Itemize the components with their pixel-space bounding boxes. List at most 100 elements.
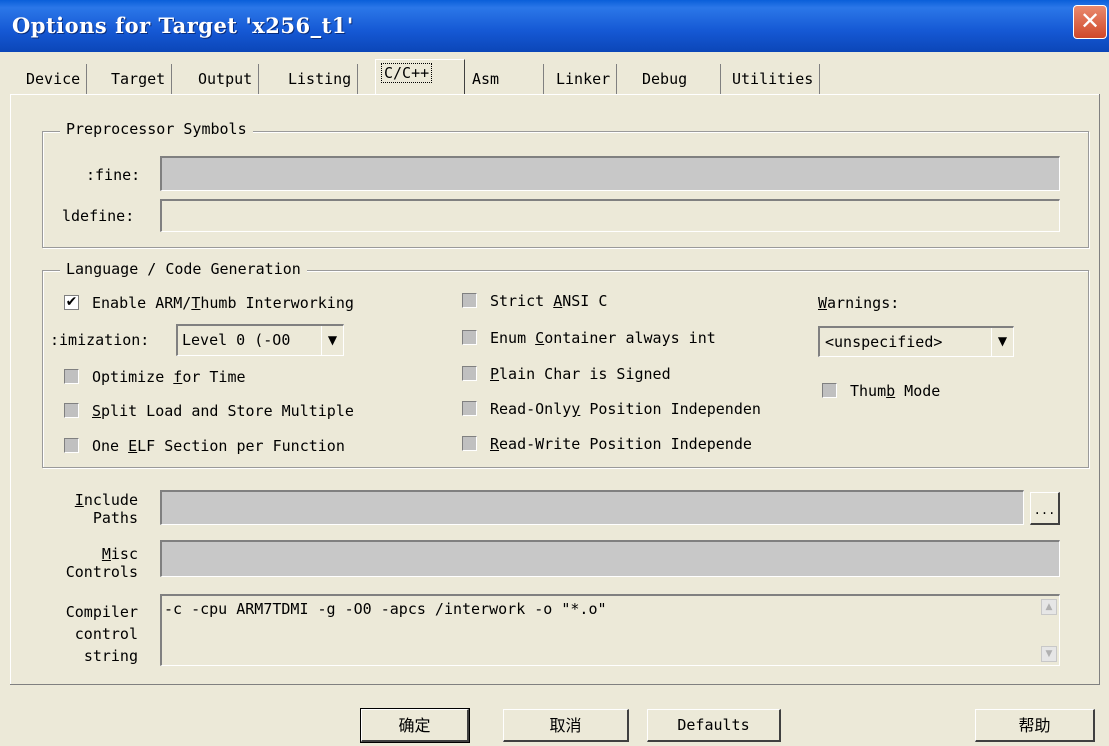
label-part: Read-Only	[490, 400, 572, 418]
rw-position-checkbox[interactable]	[462, 436, 477, 451]
tab-debug[interactable]: Debug	[636, 64, 721, 94]
label-part: Enable ARM/	[92, 294, 192, 312]
label-line: Include	[40, 491, 138, 509]
enable-interworking-checkbox[interactable]: ✔	[64, 295, 79, 310]
tab-utilities[interactable]: Utilities	[726, 64, 821, 94]
enum-container-label: Enum Container always int	[490, 329, 716, 347]
tab-panel-border	[10, 94, 11, 684]
label-part: or Time	[182, 368, 246, 386]
optimization-label: :imization:	[50, 331, 150, 349]
tab-panel-border	[10, 684, 1100, 685]
tab-asm[interactable]: Asm	[466, 64, 544, 94]
ro-position-label: Read-Onlyy Position Independen	[490, 400, 761, 418]
one-elf-label: One ELF Section per Function	[92, 437, 345, 455]
label-part: M	[101, 545, 111, 563]
codegen-group-title: Language / Code Generation	[60, 260, 307, 278]
one-elf-checkbox[interactable]	[64, 438, 79, 453]
tab-label: Listing	[288, 70, 352, 88]
enum-container-checkbox[interactable]	[462, 330, 477, 345]
optimize-time-label: Optimize for Time	[92, 368, 246, 386]
misc-controls-field[interactable]	[160, 540, 1060, 577]
label-part: Strict	[490, 292, 554, 310]
strict-ansi-label: Strict ANSI C	[490, 292, 607, 310]
include-paths-field[interactable]	[160, 490, 1024, 525]
label-part: P	[490, 365, 500, 383]
chevron-down-icon[interactable]: ▼	[321, 326, 343, 355]
optimization-value: Level 0 (-O0	[182, 331, 291, 349]
tab-label: Device	[26, 70, 81, 88]
label-part: Mode	[895, 382, 941, 400]
label-part: I	[74, 491, 84, 509]
tab-cpp[interactable]: C/C++	[375, 59, 465, 95]
tab-linker[interactable]: Linker	[550, 64, 618, 94]
label-part: plit Load and Store Multiple	[101, 402, 354, 420]
tab-label: Linker	[556, 70, 611, 88]
check-icon: ✔	[65, 294, 78, 310]
label-part: E	[128, 437, 138, 455]
label-part: b	[886, 382, 896, 400]
ro-position-checkbox[interactable]	[462, 401, 477, 416]
tab-label: Target	[111, 70, 166, 88]
warnings-select[interactable]: <unspecified> ▼	[818, 326, 1014, 357]
warnings-value: <unspecified>	[825, 333, 943, 351]
tab-label: Debug	[642, 70, 688, 88]
label-part: R	[490, 435, 500, 453]
scroll-up-icon[interactable]: ▲	[1041, 599, 1057, 615]
tab-target[interactable]: Target	[105, 64, 173, 94]
undefine-field[interactable]	[160, 199, 1060, 232]
optimize-time-checkbox[interactable]	[64, 369, 79, 384]
label-part: C	[535, 329, 545, 347]
label-part: f	[173, 368, 183, 386]
label-part: S	[92, 402, 102, 420]
help-button[interactable]: 帮助	[975, 709, 1095, 742]
tab-label: C/C++	[380, 63, 433, 83]
split-load-checkbox[interactable]	[64, 403, 79, 418]
label-part: humb Interworking	[200, 294, 354, 312]
label-part: A	[553, 292, 563, 310]
label-part: W	[818, 294, 828, 312]
label-part: Thum	[850, 382, 887, 400]
label-line: Misc	[40, 545, 138, 563]
tab-device[interactable]: Device	[20, 64, 88, 94]
undefine-label: ldefine:	[62, 207, 135, 225]
label-part: ontainer always int	[544, 329, 716, 347]
label-line: Controls	[65, 563, 138, 581]
define-field[interactable]	[160, 156, 1060, 191]
label-part: One	[92, 437, 129, 455]
thumb-mode-checkbox[interactable]	[822, 383, 837, 398]
compiler-string-field[interactable]: -c -cpu ARM7TDMI -g -O0 -apcs /interwork…	[160, 594, 1060, 666]
tab-output[interactable]: Output	[192, 64, 260, 94]
label-part: nclude	[83, 491, 138, 509]
tab-listing[interactable]: Listing	[282, 64, 359, 94]
label-part: arnings:	[827, 294, 900, 312]
preprocessor-group-title: Preprocessor Symbols	[60, 120, 253, 138]
label-part: isc	[110, 545, 138, 563]
rw-position-label: Read-Write Position Independe	[490, 435, 752, 453]
label-line: Compiler	[65, 603, 138, 621]
ok-button[interactable]: 确定	[360, 708, 470, 743]
tab-label: Asm	[472, 70, 500, 88]
label-part: lain Char is Signed	[499, 365, 671, 383]
define-label: :fine:	[86, 166, 141, 184]
browse-include-button[interactable]: ...	[1030, 492, 1060, 525]
chevron-down-icon[interactable]: ▼	[991, 328, 1013, 356]
include-paths-label: Include Paths	[40, 491, 138, 527]
window-title: Options for Target 'x256_t1'	[12, 13, 354, 38]
tab-label: Output	[198, 70, 253, 88]
tab-panel-border	[10, 94, 1100, 95]
defaults-button[interactable]: Defaults	[647, 709, 781, 742]
cancel-button[interactable]: 取消	[503, 709, 629, 742]
tab-label: Utilities	[732, 70, 814, 88]
enable-interworking-label: Enable ARM/Thumb Interworking	[92, 294, 354, 312]
plain-char-checkbox[interactable]	[462, 366, 477, 381]
label-part: Position Independen	[580, 400, 761, 418]
label-line: string	[83, 647, 138, 665]
close-button[interactable]: ✕	[1073, 5, 1107, 39]
label-part: ead-Write Position Independe	[499, 435, 752, 453]
label-part: Enum	[490, 329, 536, 347]
optimization-select[interactable]: Level 0 (-O0 ▼	[176, 324, 344, 356]
scroll-down-icon[interactable]: ▼	[1041, 646, 1057, 662]
strict-ansi-checkbox[interactable]	[462, 293, 477, 308]
plain-char-label: Plain Char is Signed	[490, 365, 671, 383]
split-load-label: Split Load and Store Multiple	[92, 402, 354, 420]
